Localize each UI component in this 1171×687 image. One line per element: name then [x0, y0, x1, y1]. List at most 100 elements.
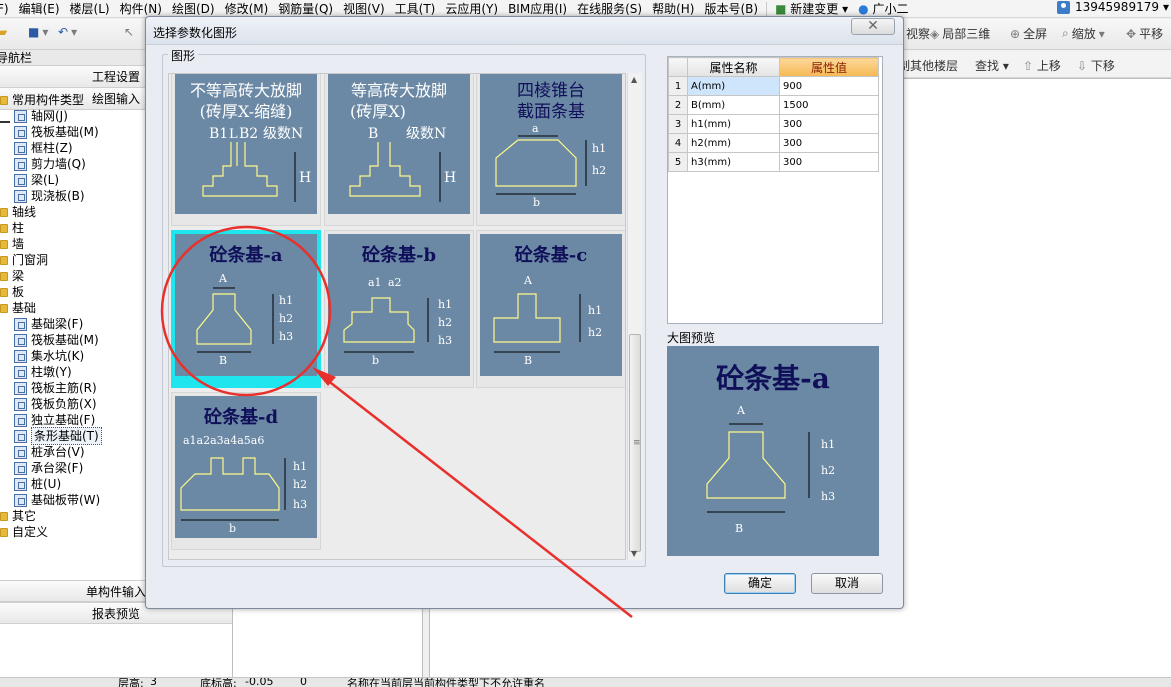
- arrow-down-icon: ⇩: [1077, 59, 1088, 73]
- menu-draw[interactable]: 绘图(D): [167, 0, 220, 18]
- property-row[interactable]: 1 A(mm) 900: [668, 76, 879, 96]
- zoom-button[interactable]: ⌕ 缩放 ▾: [1062, 25, 1108, 42]
- tile-label: h1: [438, 298, 452, 311]
- shape-tile-concrete-c[interactable]: 砼条基-c A h1 h2 B: [476, 230, 625, 388]
- pointer-button[interactable]: ↖: [124, 25, 137, 39]
- property-name: A(mm): [687, 76, 780, 96]
- chevron-down-icon: ▾: [1098, 26, 1105, 41]
- tile-label: b: [229, 522, 236, 535]
- corner-cell: [668, 57, 688, 77]
- isolated-footing-icon: [14, 413, 27, 427]
- dialog-titlebar[interactable]: 选择参数化图形 ✕: [146, 17, 903, 45]
- new-change-label: 新建变更: [790, 1, 839, 16]
- find-button[interactable]: 查找 ▾: [975, 57, 1009, 74]
- menu-modify[interactable]: 修改(M): [220, 0, 274, 18]
- undo-button[interactable]: ↶ ▾: [58, 25, 80, 39]
- shape-tile-concrete-b[interactable]: 砼条基-b a1 a2 h1 h2 h3 b: [324, 230, 474, 388]
- raft-icon: [14, 125, 27, 139]
- local-3d-button[interactable]: ◈ 局部三维: [930, 25, 990, 42]
- shape-thumbnail: 砼条基-a A h1 h2 h3 B: [175, 234, 317, 376]
- menu-floor[interactable]: 楼层(L): [65, 0, 115, 18]
- property-name: h3(mm): [687, 152, 780, 172]
- row-index: 1: [668, 76, 688, 96]
- tile-title: 砼条基-c: [515, 244, 587, 266]
- tile-label: B1: [209, 126, 228, 142]
- tree-item-label: 剪力墙(Q): [31, 157, 86, 171]
- copy-other-floors-button[interactable]: 制其他楼层: [898, 57, 958, 74]
- tile-label: B: [368, 126, 378, 142]
- property-value[interactable]: 300: [779, 133, 879, 153]
- tile-label: h2: [293, 478, 307, 491]
- menu-online[interactable]: 在线服务(S): [572, 0, 647, 18]
- scroll-up-icon[interactable]: ▲: [631, 75, 637, 84]
- grip-icon: ≡: [633, 438, 641, 448]
- property-value[interactable]: 1500: [779, 95, 879, 115]
- shape-tile-concrete-d[interactable]: 砼条基-d a1a2a3a4a5a6 h1 h2 h3 b: [171, 392, 321, 550]
- shape-tile-concrete-a[interactable]: 砼条基-a A h1 h2 h3 B: [171, 230, 321, 388]
- preview-label-a: A: [736, 404, 746, 417]
- property-name: h2(mm): [687, 133, 780, 153]
- tree-item-label: 板: [12, 285, 25, 299]
- row-index: 2: [668, 95, 688, 115]
- brick-unequal-drawing: 不等高砖大放脚 (砖厚X-缩缝) B1 L B2 级数N H: [190, 81, 311, 202]
- move-up-button[interactable]: ⇧ 上移: [1023, 57, 1061, 74]
- menu-cloud[interactable]: 云应用(Y): [440, 0, 503, 18]
- sump-icon: [14, 349, 27, 363]
- menu-version[interactable]: 版本号(B): [699, 0, 763, 18]
- pan-label: 平移: [1139, 27, 1164, 41]
- pointer-icon: ↖: [124, 25, 135, 39]
- shape-tile-brick-unequal[interactable]: 不等高砖大放脚 (砖厚X-缩缝) B1 L B2 级数N H: [171, 74, 321, 226]
- pan-button[interactable]: ✥ 平移: [1126, 25, 1163, 42]
- menu-bim[interactable]: BIM应用(I): [503, 0, 572, 18]
- menu-rebar[interactable]: 钢筋量(Q): [273, 0, 338, 18]
- assistant-button[interactable]: ● 广小二: [853, 0, 913, 18]
- menu-tools[interactable]: 工具(T): [390, 0, 441, 18]
- property-row[interactable]: 2 B(mm) 1500: [668, 95, 879, 115]
- new-change-icon: ■: [775, 1, 787, 16]
- shape-thumbnail: 砼条基-b a1 a2 h1 h2 h3 b: [328, 234, 470, 376]
- scrollbar-thumb[interactable]: ≡: [629, 334, 641, 552]
- tree-item-label: 基础: [12, 301, 37, 315]
- open-button[interactable]: ▰: [0, 25, 10, 39]
- property-value[interactable]: 300: [779, 114, 879, 134]
- save-button[interactable]: ■ ▾: [28, 25, 51, 39]
- move-down-button[interactable]: ⇩ 下移: [1077, 57, 1115, 74]
- concrete-b-drawing: 砼条基-b a1 a2 h1 h2 h3 b: [343, 244, 452, 367]
- folder-icon: [0, 287, 8, 297]
- dialog-title: 选择参数化图形: [153, 26, 238, 40]
- menu-help[interactable]: 帮助(H): [647, 0, 699, 18]
- gallery-scrollbar[interactable]: ▲ ≡ ▼: [627, 73, 642, 560]
- menu-file[interactable]: F): [0, 0, 14, 18]
- fullscreen-button[interactable]: ⊕ 全屏: [1010, 25, 1047, 42]
- cancel-button[interactable]: 取消: [811, 573, 883, 594]
- close-icon: ✕: [867, 18, 879, 34]
- component-toolbar: 制其他楼层 查找 ▾ ⇧ 上移 ⇩ 下移: [895, 51, 1171, 78]
- property-value[interactable]: 300: [779, 152, 879, 172]
- menu-edit[interactable]: 编辑(E): [14, 0, 65, 18]
- brick-equal-drawing: 等高砖大放脚 (砖厚X) B 级数N H: [349, 81, 456, 202]
- folder-icon: [0, 95, 8, 105]
- scroll-down-icon[interactable]: ▼: [631, 549, 637, 558]
- tile-label: 级数N: [406, 126, 446, 142]
- shape-tile-brick-equal[interactable]: 等高砖大放脚 (砖厚X) B 级数N H: [324, 74, 474, 226]
- strip-icon: [14, 493, 27, 507]
- tree-item-label: 筏板主筋(R): [31, 381, 97, 395]
- ok-button[interactable]: 确定: [724, 573, 796, 594]
- property-value[interactable]: 900: [779, 76, 879, 96]
- folder-icon: [0, 255, 8, 265]
- view-button[interactable]: 视察: [906, 25, 930, 42]
- user-account[interactable]: 13945989179 ▾: [1057, 0, 1169, 14]
- property-row[interactable]: 5 h3(mm) 300: [668, 152, 879, 172]
- tile-label: h1: [592, 142, 606, 155]
- menu-component[interactable]: 构件(N): [115, 0, 167, 18]
- new-change-button[interactable]: ■ 新建变更 ▾: [770, 0, 853, 18]
- tree-item-label: 筏板基础(M): [31, 333, 99, 347]
- close-button[interactable]: ✕: [851, 18, 895, 35]
- tile-label: h1: [588, 304, 602, 317]
- property-row[interactable]: 4 h2(mm) 300: [668, 133, 879, 153]
- shape-group-label: 图形: [168, 47, 199, 64]
- shape-tile-pyramid[interactable]: 四棱锥台 截面条基 a h1 h2 b: [476, 74, 625, 226]
- zoom-icon: ⌕: [1062, 26, 1069, 40]
- property-row[interactable]: 3 h1(mm) 300: [668, 114, 879, 134]
- menu-view[interactable]: 视图(V): [338, 0, 390, 18]
